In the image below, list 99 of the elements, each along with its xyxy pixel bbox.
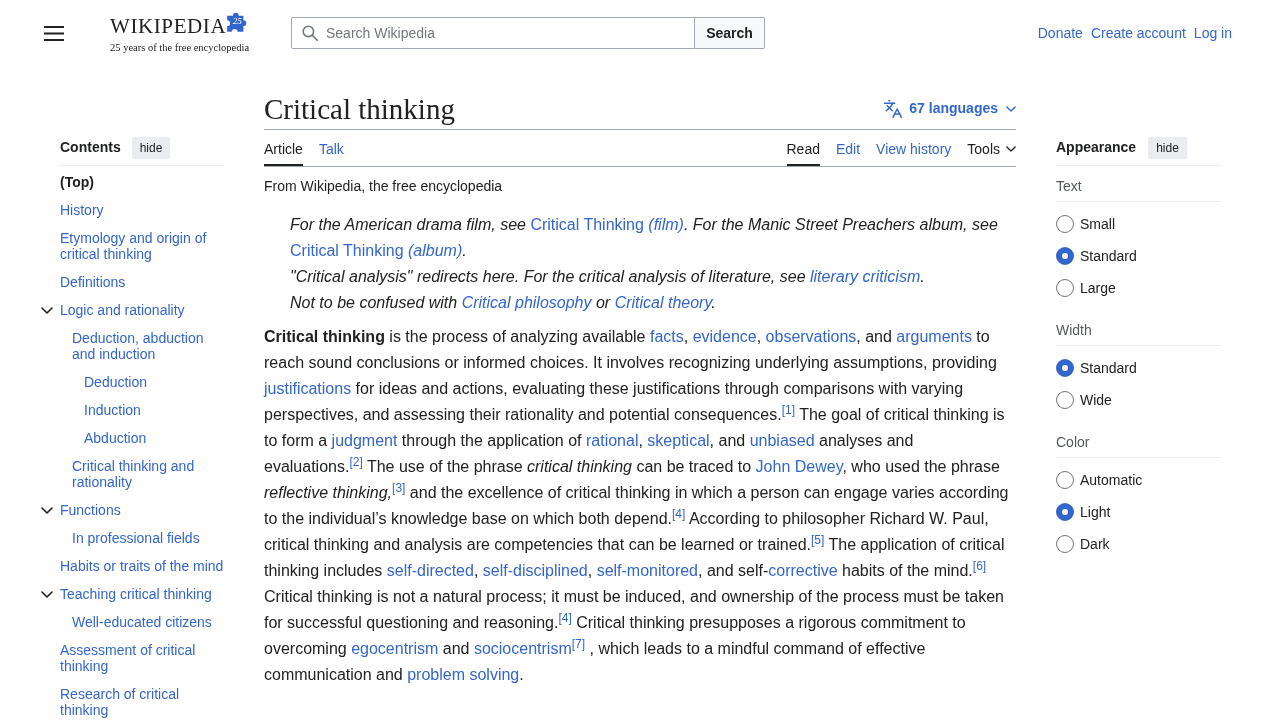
radio-button[interactable]	[1056, 215, 1074, 233]
article-link[interactable]: self-directed	[386, 562, 474, 579]
search-icon	[302, 25, 318, 41]
toc-link[interactable]: Logic and rationality	[60, 302, 185, 318]
toc-link[interactable]: Deduction, abduction and induction	[72, 330, 224, 362]
article-link[interactable]: egocentrism	[351, 640, 439, 657]
radio-label[interactable]: Small	[1080, 213, 1115, 235]
tab[interactable]: Talk	[318, 130, 344, 166]
article-link[interactable]: corrective	[768, 562, 838, 579]
tab[interactable]: Article	[264, 130, 303, 166]
tab[interactable]: Read	[786, 130, 820, 166]
article-link[interactable]: John Dewey	[755, 458, 843, 475]
radio-label[interactable]: Dark	[1080, 533, 1110, 555]
article-link[interactable]: judgment	[331, 432, 398, 449]
radio-label[interactable]: Standard	[1080, 245, 1137, 267]
search-input[interactable]: Search Wikipedia	[291, 17, 695, 49]
article-link[interactable]: arguments	[896, 328, 972, 345]
toc-link[interactable]: Research of critical thinking	[60, 686, 224, 718]
logo-tagline: 25 years of the free encyclopedia	[110, 41, 250, 54]
hide-button[interactable]: hide	[131, 136, 171, 159]
tab[interactable]: View history	[876, 130, 952, 166]
reference-link[interactable]: [4]	[672, 507, 686, 521]
menu-icon[interactable]	[44, 25, 64, 41]
article-link[interactable]: facts	[649, 328, 684, 345]
article-link[interactable]: skeptical	[647, 432, 710, 449]
toc-link[interactable]: Teaching critical thinking	[60, 586, 212, 602]
header-link[interactable]: Create account	[1090, 22, 1186, 44]
header-link[interactable]: Donate	[1037, 22, 1083, 44]
toc-link[interactable]: (Top)	[60, 174, 94, 190]
reference-link[interactable]: [7]	[571, 637, 586, 651]
radio-label[interactable]: Wide	[1080, 389, 1112, 411]
toc-link[interactable]: Critical thinking and rationality	[72, 458, 224, 490]
chevron-down-icon	[1006, 105, 1016, 112]
article-link[interactable]: justifications	[264, 380, 352, 397]
article-link[interactable]: problem solving	[407, 666, 520, 683]
article-link[interactable]: Critical philosophy	[461, 294, 592, 311]
toc-link[interactable]: Assessment of critical thinking	[60, 642, 224, 674]
reference-link[interactable]: [2]	[349, 455, 363, 469]
reference-link[interactable]: [6]	[972, 559, 987, 573]
radio-button[interactable]	[1056, 503, 1074, 521]
section-label: Width	[1056, 322, 1092, 338]
toc-link[interactable]: Habits or traits of the mind	[60, 558, 224, 574]
reference-link[interactable]: [5]	[811, 533, 825, 547]
section-label: Text	[1056, 178, 1082, 194]
toc-link[interactable]: Abduction	[84, 430, 147, 446]
radio-button[interactable]	[1056, 471, 1074, 489]
article-link[interactable]: unbiased	[749, 432, 815, 449]
reference-link[interactable]: [1]	[781, 403, 795, 417]
article-link[interactable]: evidence	[692, 328, 757, 345]
radio-label[interactable]: Standard	[1080, 357, 1137, 379]
article-title: Critical thinking	[264, 91, 455, 127]
radio-button[interactable]	[1056, 391, 1074, 409]
radio-label[interactable]: Large	[1080, 277, 1116, 299]
radio-button[interactable]	[1056, 279, 1074, 297]
reference-link[interactable]: [4]	[558, 611, 572, 625]
radio-label[interactable]: Light	[1080, 501, 1111, 523]
hide-button[interactable]: hide	[1148, 136, 1187, 159]
article-link[interactable]: Critical Thinking (album)	[290, 242, 463, 259]
toc-link[interactable]: Etymology and origin of critical thinking	[60, 230, 224, 262]
hatnote: For the American drama film, see Critical Thinking (film). For the Manic Street Preachers album, see Critical Thinking (album).	[290, 215, 999, 261]
hatnote: "Critical analysis" redirects here. For the critical analysis of literature, see literary criticism.	[290, 267, 926, 287]
article-link[interactable]: sociocentrism	[473, 640, 572, 657]
anniversary-badge: 25	[226, 10, 249, 33]
radio-label[interactable]: Automatic	[1080, 469, 1143, 491]
hatnote: Not to be confused with Critical philosophy or Critical theory.	[290, 293, 717, 313]
article-paragraph: Critical thinking is the process of analyzing available facts, evidence, observations, and arguments to reach sound conclusions or informed choices. It involves recognizing underlying assumptions, providing justifications for ideas and actions, evaluating these justifications through comparisons with varying perspectives, and assessing their rationality and potential consequences.$^{[1]}$ The goal of critical thinking is to form a judgment through the application of rational, skeptical, and unbiased analyses and evaluations.$^{[2]}$ The use of the phrase critical thinking can be traced to John Dewey, who used the phrase reflective thinking,$^{[3]}$ and the excellence of critical thinking in which a person can engage varies according to the individual’s knowledge base on which both depend.$^{[4]}$ According to philosopher Richard W. Paul, critical thinking and analysis are competencies that can be learned or trained.$^{[5]}$ The application of critical thinking includes self-directed, self-disciplined, self-monitored, and self-corrective habits of the mind.$^{[6]}$ Critical thinking is not a natural process; it must be induced, and ownership of the process must be taken for successful questioning and reasoning.$^{[4]}$ Critical thinking presupposes a rigorous commitment to overcoming egocentrism and sociocentrism$^{[7]}$ , which leads to a mindful command of effective communication and problem solving.	[264, 327, 1010, 685]
logo-wordmark[interactable]: WIKIPEDIA	[110, 14, 227, 37]
toc-link[interactable]: Induction	[84, 402, 141, 418]
article-link[interactable]: rational	[586, 432, 639, 449]
chevron-down-icon	[1006, 146, 1016, 152]
article-link[interactable]: self-disciplined	[482, 562, 588, 579]
radio-button[interactable]	[1056, 535, 1074, 553]
toc-link[interactable]: Functions	[60, 502, 121, 518]
chevron-down-icon[interactable]	[41, 507, 53, 514]
search-button[interactable]: Search	[695, 17, 765, 49]
toc-link[interactable]: History	[60, 202, 104, 218]
reference-link[interactable]: [3]	[392, 481, 406, 495]
article-link[interactable]: literary criticism	[810, 268, 921, 285]
radio-button[interactable]	[1056, 359, 1074, 377]
toc-link[interactable]: In professional fields	[72, 530, 200, 546]
chevron-down-icon[interactable]	[41, 307, 53, 314]
article-link[interactable]: Critical theory	[614, 294, 712, 311]
translate-icon	[883, 98, 904, 119]
article-link[interactable]: Critical Thinking (film)	[530, 216, 684, 233]
site-tagline: From Wikipedia, the free encyclopedia	[264, 177, 503, 196]
radio-button[interactable]	[1056, 247, 1074, 265]
tools-menu-button[interactable]: Tools	[967, 130, 1016, 166]
tab[interactable]: Edit	[835, 130, 861, 166]
appearance-title: Appearance	[1056, 138, 1137, 157]
header-link[interactable]: Log in	[1193, 22, 1232, 44]
toc-title: Contents	[60, 138, 121, 157]
toc-link[interactable]: Definitions	[60, 274, 126, 290]
article-link[interactable]: self-monitored	[596, 562, 698, 579]
section-label: Color	[1056, 434, 1090, 450]
languages-button[interactable]: 67 languages	[883, 98, 1016, 119]
article-link[interactable]: observations	[765, 328, 857, 345]
toc-link[interactable]: Well-educated citizens	[72, 614, 212, 630]
chevron-down-icon[interactable]	[41, 591, 53, 598]
toc-link[interactable]: Deduction	[84, 374, 148, 390]
